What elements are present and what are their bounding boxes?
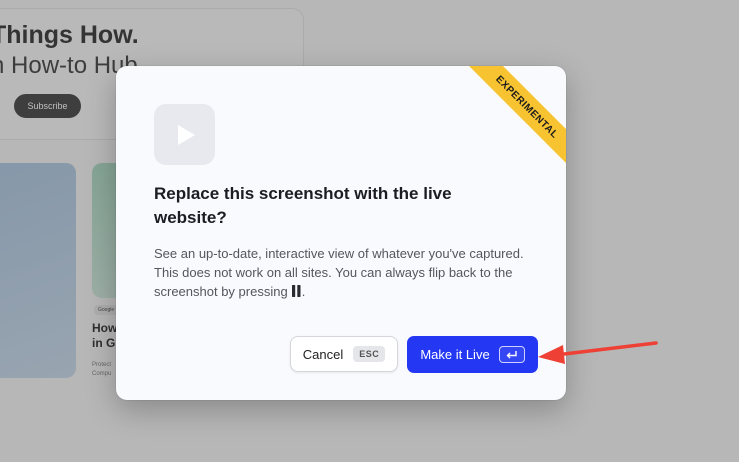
annotation-arrow-icon [538,341,658,364]
